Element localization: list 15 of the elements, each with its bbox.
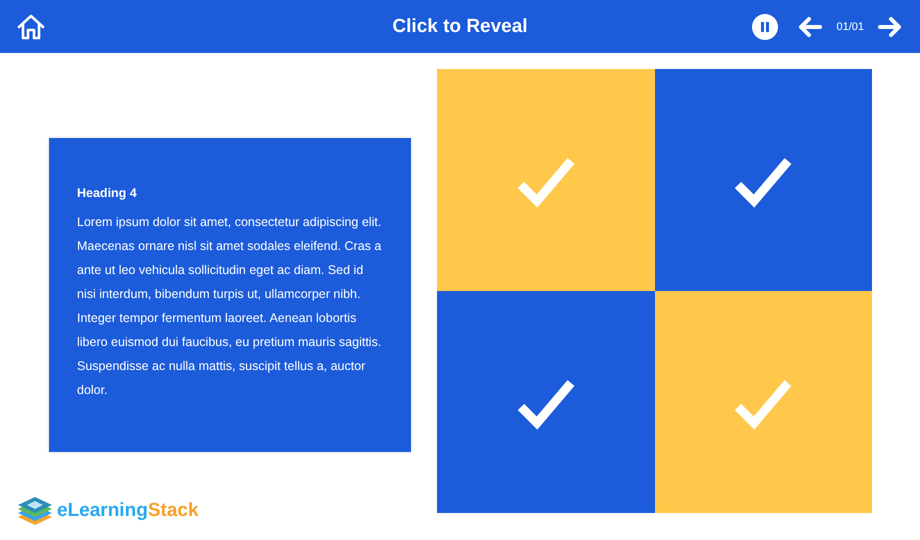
reveal-tile[interactable] (654, 69, 872, 291)
page-title: Click to Reveal (392, 16, 528, 38)
home-icon[interactable] (16, 12, 46, 40)
reveal-tile[interactable] (654, 291, 872, 513)
next-arrow-icon[interactable] (878, 16, 902, 36)
card-heading: Heading 4 (77, 186, 138, 200)
card-text: Lorem ipsum dolor sit amet, consectetur adipiscing elit. Maecenas ornare nisl sit amet sodales eleifend. Cras a ante ut leo vehicula sollicitudin eget ac diam. Sed id nisi interdum, bibendum turpis ut, ullamcorper nibh. Integer tempor fermentum laoreet. Aenean lobortis libero euismod dui faucibus, eu pretium mauris sagittis. Suspendisse ac nulla mattis, suscipit tellus a, auctor dolor. (77, 214, 382, 399)
back-arrow-icon[interactable] (798, 16, 822, 36)
stack-logo-icon (16, 495, 54, 527)
reveal-tile[interactable] (437, 69, 654, 291)
page-counter: 01/01 (836, 20, 864, 32)
reveal-tile[interactable] (437, 291, 654, 513)
logo-text: eLearning (57, 500, 148, 522)
logo-text: Stack (148, 500, 199, 522)
pause-icon[interactable] (752, 14, 778, 40)
